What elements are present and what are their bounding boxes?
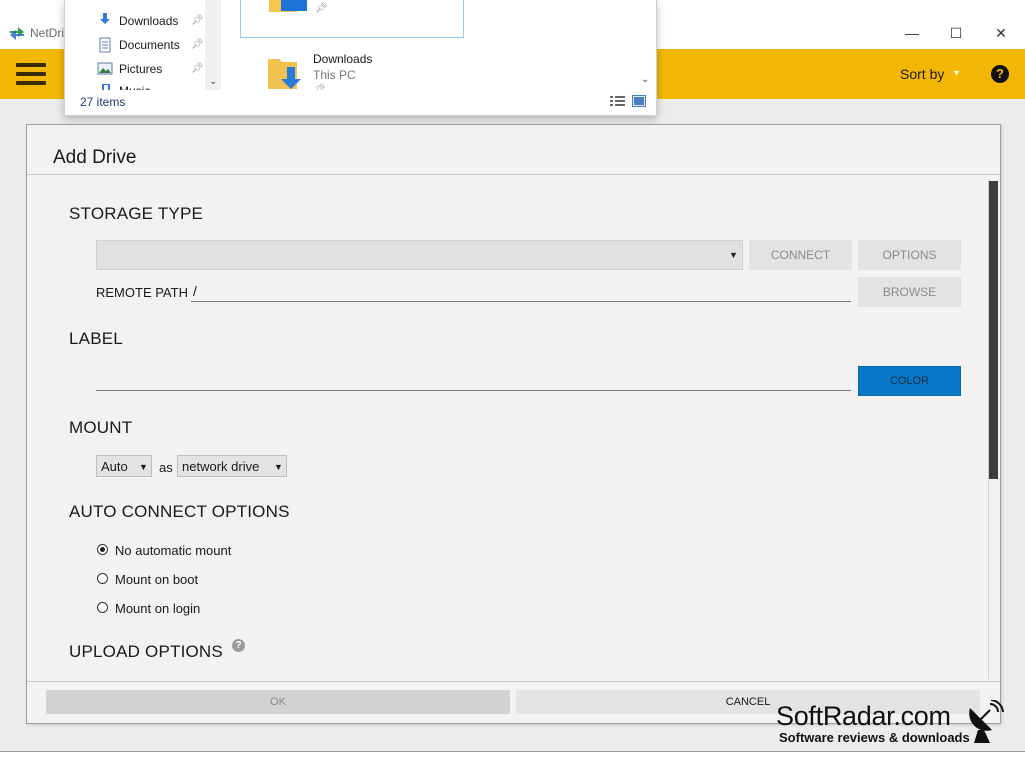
item-count: 27 items — [80, 95, 126, 109]
storage-type-select[interactable]: ▼ — [96, 240, 743, 270]
large-icons-view-icon[interactable] — [632, 95, 646, 107]
chevron-down-icon[interactable]: ▾ — [954, 68, 959, 79]
upload-options-heading: UPLOAD OPTIONS — [69, 642, 223, 661]
pin-icon: 📌︎ — [315, 3, 328, 14]
remote-path-label: REMOTE PATH — [96, 285, 188, 300]
remote-path-underline — [191, 301, 851, 302]
options-button[interactable]: OPTIONS — [858, 240, 961, 270]
label-underline — [96, 390, 851, 391]
divider — [27, 174, 1000, 175]
dialog-title: Add Drive — [53, 147, 137, 168]
maximize-button[interactable]: ☐ — [946, 24, 966, 44]
connect-button[interactable]: CONNECT — [749, 240, 852, 270]
pictures-icon — [97, 62, 113, 75]
browse-button[interactable]: BROWSE — [858, 277, 961, 307]
nav-item-music[interactable]: Music — [119, 84, 150, 90]
mount-mode-select[interactable]: Auto ▼ — [96, 455, 152, 477]
satellite-dish-icon — [969, 700, 1004, 743]
chevron-down-icon: ▼ — [729, 250, 738, 260]
details-view-icon[interactable] — [610, 95, 626, 107]
status-strip — [0, 751, 1025, 770]
nav-item-downloads[interactable]: Downloads — [119, 14, 178, 28]
nav-item-documents[interactable]: Documents — [119, 38, 180, 52]
watermark-subtitle: Software reviews & downloads — [779, 730, 970, 745]
radio-mount-on-boot[interactable] — [97, 573, 108, 584]
music-icon — [102, 84, 110, 90]
close-button[interactable]: ✕ — [991, 24, 1011, 44]
nav-scrollbar[interactable]: ⌄ — [205, 0, 221, 90]
mount-mode-value: Auto — [101, 459, 128, 474]
add-drive-dialog: Add Drive STORAGE TYPE ▼ CONNECT OPTIONS… — [26, 124, 1001, 724]
label-input[interactable] — [96, 371, 851, 389]
sort-by-button[interactable]: Sort by — [900, 66, 944, 82]
color-button[interactable]: COLOR — [858, 366, 961, 396]
chevron-down-icon[interactable]: ⌄ — [641, 74, 649, 85]
mount-heading: MOUNT — [69, 418, 133, 437]
selected-file-tile[interactable]: 📌︎ — [240, 0, 464, 38]
ok-button[interactable]: OK — [46, 690, 510, 714]
divider — [27, 681, 1000, 682]
minimize-button[interactable]: — — [902, 24, 922, 44]
mount-type-value: network drive — [182, 459, 260, 474]
watermark-title: SoftRadar.com — [776, 701, 951, 731]
pin-icon: 📌︎ — [191, 15, 204, 26]
hamburger-menu-icon[interactable] — [16, 63, 46, 85]
app-title: NetDri — [30, 26, 65, 40]
auto-connect-heading: AUTO CONNECT OPTIONS — [69, 502, 290, 521]
file-name[interactable]: Downloads — [313, 52, 372, 66]
mount-type-select[interactable]: network drive ▼ — [177, 455, 287, 477]
chevron-down-icon[interactable]: ⌄ — [209, 76, 217, 87]
chevron-down-icon: ▼ — [274, 462, 283, 472]
radio-label[interactable]: No automatic mount — [115, 543, 231, 558]
downloads-folder-icon[interactable] — [267, 55, 305, 91]
pin-icon: 📌︎ — [191, 39, 204, 50]
file-location: This PC — [313, 68, 356, 82]
pin-icon: 📌︎ — [191, 63, 204, 74]
label-heading: LABEL — [69, 329, 123, 348]
documents-icon — [99, 37, 111, 53]
files-scrollbar[interactable]: ⌄ — [638, 0, 654, 90]
folder-icon — [269, 0, 307, 12]
dialog-scrollbar-thumb[interactable] — [989, 181, 998, 479]
radio-no-automatic-mount[interactable] — [97, 544, 108, 555]
radio-label[interactable]: Mount on boot — [115, 572, 198, 587]
chevron-down-icon: ▼ — [139, 462, 148, 472]
mount-as-label: as — [159, 460, 173, 475]
storage-type-heading: STORAGE TYPE — [69, 204, 204, 223]
question-help-icon[interactable]: ? — [232, 639, 245, 652]
radio-label[interactable]: Mount on login — [115, 601, 200, 616]
nav-item-pictures[interactable]: Pictures — [119, 62, 162, 76]
radio-mount-on-login[interactable] — [97, 602, 108, 613]
downloads-icon — [100, 13, 110, 24]
file-explorer-popup: Downloads 📌︎ Documents 📌︎ Pictures 📌︎ Mu… — [64, 0, 657, 116]
remote-path-input[interactable]: / — [193, 283, 197, 299]
pin-icon: 📌︎ — [313, 84, 326, 90]
app-logo-icon — [10, 27, 24, 40]
help-icon[interactable]: ? — [991, 65, 1009, 83]
